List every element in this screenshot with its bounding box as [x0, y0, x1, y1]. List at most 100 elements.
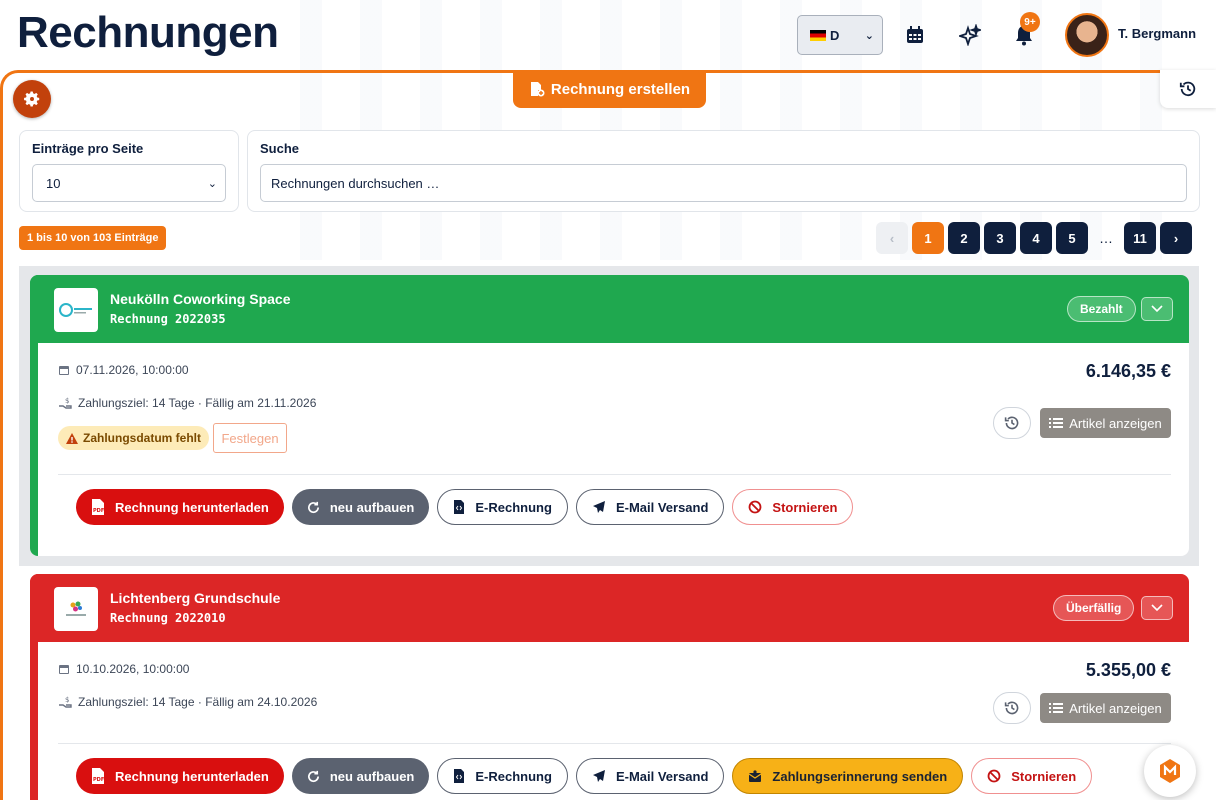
rebuild-label: neu aufbauen — [329, 768, 415, 784]
download-invoice-label: Rechnung herunterladen — [115, 499, 269, 515]
divider — [58, 743, 1171, 744]
list-icon — [1049, 418, 1064, 428]
warning-badge: Zahlungsdatum fehlt — [58, 426, 209, 450]
invoice-card-header[interactable]: Neukölln Coworking Space Rechnung 202203… — [30, 275, 1189, 343]
language-value: D — [830, 27, 840, 43]
ban-icon — [987, 769, 1001, 783]
email-send-button[interactable]: E-Mail Versand — [575, 489, 725, 525]
chevron-down-icon — [1151, 305, 1163, 313]
show-articles-label: Artikel anzeigen — [1069, 415, 1162, 431]
invoice-card: Lichtenberg Grundschule Rechnung 2022010… — [30, 574, 1189, 800]
email-send-label: E-Mail Versand — [615, 499, 709, 515]
page-button-last[interactable]: 11 — [1124, 222, 1156, 254]
pagination: ‹ 1 2 3 4 5 … 11 › — [876, 222, 1192, 254]
file-code-icon — [454, 500, 465, 514]
list-icon — [1049, 703, 1064, 713]
email-send-button[interactable]: E-Mail Versand — [575, 758, 725, 794]
per-page-value: 10 — [46, 175, 61, 191]
expand-button[interactable] — [1141, 596, 1173, 620]
next-page-button[interactable]: › — [1160, 222, 1192, 254]
page-button-4[interactable]: 4 — [1020, 222, 1052, 254]
show-articles-button[interactable]: Artikel anzeigen — [1040, 693, 1171, 723]
help-icon — [1160, 759, 1180, 783]
german-flag-icon — [810, 29, 826, 41]
per-page-select[interactable]: 10 ⌄ — [32, 164, 226, 202]
rebuild-button[interactable]: neu aufbauen — [291, 758, 430, 794]
chevron-down-icon: ⌄ — [864, 29, 874, 42]
settings-button[interactable] — [13, 80, 51, 118]
download-invoice-label: Rechnung herunterladen — [115, 768, 269, 784]
payment-terms: Zahlungsziel: 14 Tage · Fällig am 24.10.… — [78, 695, 318, 709]
help-button[interactable] — [1144, 745, 1196, 797]
invoice-history-button[interactable] — [993, 692, 1031, 724]
expand-button[interactable] — [1141, 297, 1173, 321]
invoice-actions: PDF Rechnung herunterladen neu aufbauen … — [76, 758, 1093, 794]
language-select[interactable]: D ⌄ — [797, 15, 883, 55]
invoice-card-header[interactable]: Lichtenberg Grundschule Rechnung 2022010… — [30, 574, 1189, 642]
gear-icon — [24, 91, 40, 107]
payment-hand-icon: $ — [59, 397, 72, 409]
calendar-icon — [59, 366, 69, 375]
create-invoice-button[interactable]: Rechnung erstellen — [513, 70, 706, 108]
history-icon — [1004, 701, 1019, 715]
e-invoice-button[interactable]: E-Rechnung — [437, 489, 568, 525]
history-icon — [1179, 81, 1196, 97]
download-invoice-button[interactable]: PDF Rechnung herunterladen — [76, 758, 284, 794]
invoice-date-row: 10.10.2026, 10:00:00 — [58, 662, 189, 676]
client-name: Neukölln Coworking Space — [110, 291, 291, 307]
page-button-1[interactable]: 1 — [912, 222, 944, 254]
invoice-date: 10.10.2026, 10:00:00 — [76, 662, 190, 676]
svg-text:PDF: PDF — [93, 508, 104, 514]
per-page-label: Einträge pro Seite — [32, 141, 144, 156]
calendar-icon[interactable] — [900, 20, 930, 50]
user-name[interactable]: T. Bergmann — [1118, 26, 1196, 41]
pdf-file-icon: PDF — [92, 499, 104, 515]
email-send-label: E-Mail Versand — [615, 768, 709, 784]
search-filter: Suche — [247, 130, 1200, 212]
invoice-date: 07.11.2026, 10:00:00 — [76, 363, 189, 377]
invoice-number: Rechnung 2022035 — [110, 312, 226, 326]
svg-text:PDF: PDF — [93, 777, 104, 783]
payment-terms-row: $ Zahlungsziel: 14 Tage · Fällig am 24.1… — [58, 695, 317, 709]
refresh-icon — [307, 770, 319, 782]
cancel-invoice-button[interactable]: Stornieren — [732, 489, 854, 525]
paper-plane-icon — [592, 770, 605, 782]
pdf-file-icon: PDF — [92, 768, 104, 784]
header: Rechnungen D ⌄ 9+ T. Bergmann — [0, 0, 1216, 70]
cancel-invoice-button[interactable]: Stornieren — [971, 758, 1093, 794]
file-add-icon — [530, 82, 545, 97]
show-articles-button[interactable]: Artikel anzeigen — [1040, 408, 1171, 438]
client-name: Lichtenberg Grundschule — [110, 590, 281, 606]
status-badge: Bezahlt — [1067, 296, 1136, 322]
payment-terms: Zahlungsziel: 14 Tage · Fällig am 21.11.… — [78, 396, 317, 410]
paper-plane-icon — [592, 501, 605, 513]
page-button-5[interactable]: 5 — [1056, 222, 1088, 254]
cancel-invoice-label: Stornieren — [1011, 768, 1077, 784]
chevron-down-icon — [1151, 604, 1163, 612]
notification-badge: 9+ — [1020, 12, 1040, 32]
search-input[interactable] — [260, 164, 1187, 202]
payment-reminder-button[interactable]: Zahlungserinnerung senden — [732, 758, 964, 794]
rebuild-button[interactable]: neu aufbauen — [291, 489, 430, 525]
history-button[interactable] — [1160, 70, 1216, 108]
chevron-down-icon: ⌄ — [207, 177, 217, 190]
e-invoice-button[interactable]: E-Rechnung — [437, 758, 568, 794]
invoice-amount: 6.146,35 € — [1085, 361, 1171, 381]
rebuild-label: neu aufbauen — [329, 499, 415, 515]
payment-reminder-label: Zahlungserinnerung senden — [772, 768, 948, 784]
sparkle-icon[interactable] — [955, 20, 985, 50]
pagination-ellipsis: … — [1099, 230, 1113, 246]
page-button-2[interactable]: 2 — [948, 222, 980, 254]
avatar[interactable] — [1065, 13, 1109, 57]
download-invoice-button[interactable]: PDF Rechnung herunterladen — [76, 489, 284, 525]
svg-text:$: $ — [65, 397, 69, 405]
page-button-3[interactable]: 3 — [984, 222, 1016, 254]
invoice-card-body: 07.11.2026, 10:00:00 6.146,35 € $ Zahlun… — [30, 343, 1189, 556]
payment-terms-row: $ Zahlungsziel: 14 Tage · Fällig am 21.1… — [58, 396, 316, 410]
invoice-history-button[interactable] — [993, 407, 1031, 439]
prev-page-button[interactable]: ‹ — [876, 222, 908, 254]
invoice-number: Rechnung 2022010 — [110, 611, 226, 625]
show-articles-label: Artikel anzeigen — [1069, 700, 1162, 716]
page-title: Rechnungen — [17, 8, 279, 57]
set-payment-date-button[interactable]: Festlegen — [213, 423, 287, 453]
